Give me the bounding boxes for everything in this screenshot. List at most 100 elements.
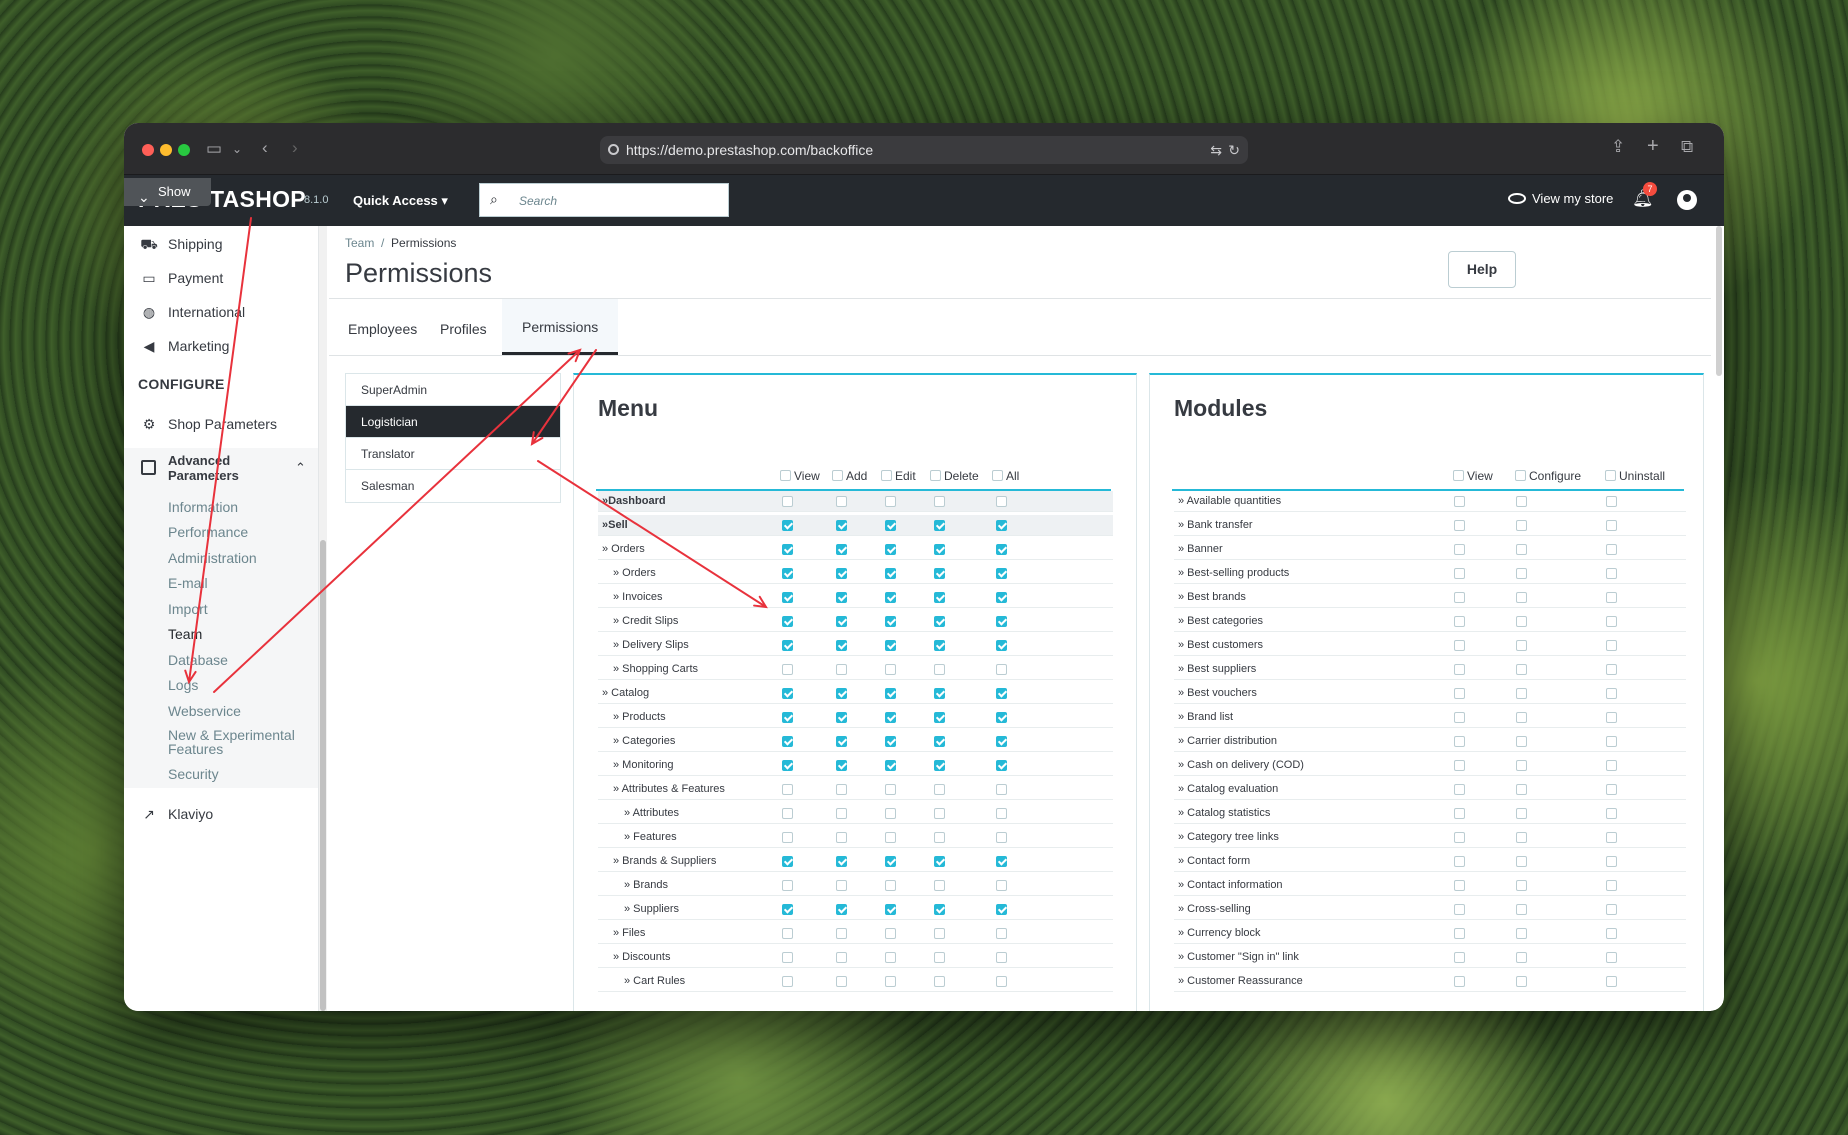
module-checkbox-uninstall[interactable] xyxy=(1606,928,1617,939)
permission-checkbox-all[interactable] xyxy=(996,544,1007,555)
module-checkbox-view[interactable] xyxy=(1454,856,1465,867)
permission-checkbox-view[interactable] xyxy=(782,952,793,963)
permission-checkbox-add[interactable] xyxy=(836,520,847,531)
module-checkbox-configure[interactable] xyxy=(1516,568,1527,579)
permission-checkbox-delete[interactable] xyxy=(934,832,945,843)
main-scrollbar[interactable] xyxy=(1715,226,1723,1011)
permission-checkbox-all[interactable] xyxy=(996,496,1007,507)
module-checkbox-uninstall[interactable] xyxy=(1606,496,1617,507)
module-checkbox-view[interactable] xyxy=(1454,568,1465,579)
module-checkbox-uninstall[interactable] xyxy=(1606,568,1617,579)
permission-checkbox-add[interactable] xyxy=(836,592,847,603)
help-button[interactable]: Help xyxy=(1448,251,1516,288)
permission-checkbox-add[interactable] xyxy=(836,784,847,795)
module-checkbox-view[interactable] xyxy=(1454,832,1465,843)
permission-checkbox-all[interactable] xyxy=(996,640,1007,651)
zoom-window-button[interactable] xyxy=(178,144,190,156)
permission-checkbox-view[interactable] xyxy=(782,832,793,843)
module-checkbox-uninstall[interactable] xyxy=(1606,976,1617,987)
sidebar-toggle-icon[interactable]: ▭ xyxy=(206,139,222,159)
permission-checkbox-all[interactable] xyxy=(996,880,1007,891)
permission-checkbox-all[interactable] xyxy=(996,904,1007,915)
sidebar-item-shipping[interactable]: ⛟ Shipping xyxy=(140,236,222,255)
permission-checkbox-all[interactable] xyxy=(996,952,1007,963)
profile-salesman[interactable]: Salesman xyxy=(346,470,560,502)
permission-checkbox-add[interactable] xyxy=(836,760,847,771)
permission-checkbox-all[interactable] xyxy=(996,568,1007,579)
permission-checkbox-delete[interactable] xyxy=(934,568,945,579)
permission-checkbox-view[interactable] xyxy=(782,592,793,603)
permission-checkbox-delete[interactable] xyxy=(934,952,945,963)
back-icon[interactable]: ‹ xyxy=(262,138,268,158)
sidebar-sub-administration[interactable]: Administration xyxy=(168,550,257,566)
quick-access-menu[interactable]: Quick Access ▾ xyxy=(353,193,448,209)
module-checkbox-view[interactable] xyxy=(1454,928,1465,939)
module-checkbox-uninstall[interactable] xyxy=(1606,544,1617,555)
module-checkbox-uninstall[interactable] xyxy=(1606,952,1617,963)
permission-checkbox-add[interactable] xyxy=(836,736,847,747)
module-checkbox-configure[interactable] xyxy=(1516,760,1527,771)
reload-icon[interactable]: ↻ xyxy=(1228,136,1240,164)
permission-checkbox-edit[interactable] xyxy=(885,688,896,699)
module-checkbox-uninstall[interactable] xyxy=(1606,832,1617,843)
module-checkbox-view[interactable] xyxy=(1454,904,1465,915)
permission-checkbox-view[interactable] xyxy=(782,904,793,915)
permission-checkbox-delete[interactable] xyxy=(934,688,945,699)
module-checkbox-uninstall[interactable] xyxy=(1606,856,1617,867)
permission-checkbox-all[interactable] xyxy=(996,808,1007,819)
module-checkbox-uninstall[interactable] xyxy=(1606,760,1617,771)
permission-checkbox-delete[interactable] xyxy=(934,496,945,507)
module-checkbox-configure[interactable] xyxy=(1516,880,1527,891)
permission-checkbox-add[interactable] xyxy=(836,928,847,939)
module-checkbox-configure[interactable] xyxy=(1516,616,1527,627)
module-checkbox-view[interactable] xyxy=(1454,880,1465,891)
module-checkbox-view[interactable] xyxy=(1454,736,1465,747)
permission-checkbox-view[interactable] xyxy=(782,616,793,627)
permission-checkbox-view[interactable] xyxy=(782,568,793,579)
sidebar-item-marketing[interactable]: ◀ Marketing xyxy=(140,338,230,355)
sidebar-scrollbar[interactable] xyxy=(319,226,327,1011)
close-window-button[interactable] xyxy=(142,144,154,156)
permission-checkbox-view[interactable] xyxy=(782,856,793,867)
permission-checkbox-view[interactable] xyxy=(782,760,793,771)
permission-checkbox-delete[interactable] xyxy=(934,880,945,891)
permission-checkbox-edit[interactable] xyxy=(885,496,896,507)
permission-checkbox-view[interactable] xyxy=(782,544,793,555)
module-checkbox-uninstall[interactable] xyxy=(1606,640,1617,651)
show-button[interactable]: ⌄ Show xyxy=(124,178,211,206)
sidebar-sub-email[interactable]: E-mail xyxy=(168,575,208,591)
profile-superadmin[interactable]: SuperAdmin xyxy=(346,374,560,406)
module-checkbox-uninstall[interactable] xyxy=(1606,520,1617,531)
new-tab-icon[interactable]: + xyxy=(1647,136,1659,156)
permission-checkbox-edit[interactable] xyxy=(885,832,896,843)
permission-checkbox-add[interactable] xyxy=(836,976,847,987)
scrollbar-thumb[interactable] xyxy=(320,540,326,1011)
permission-checkbox-view[interactable] xyxy=(782,976,793,987)
permission-checkbox-edit[interactable] xyxy=(885,976,896,987)
permission-checkbox-all[interactable] xyxy=(996,712,1007,723)
sidebar-item-shop-parameters[interactable]: ⚙ Shop Parameters xyxy=(140,416,277,433)
sidebar-sub-webservice[interactable]: Webservice xyxy=(168,703,241,719)
share-icon[interactable]: ⇪ xyxy=(1611,137,1625,157)
chevron-down-icon[interactable]: ⌄ xyxy=(232,139,242,159)
permission-checkbox-delete[interactable] xyxy=(934,808,945,819)
forward-icon[interactable]: › xyxy=(292,138,298,158)
sidebar-item-advanced-parameters[interactable]: Advanced Parameters xyxy=(168,453,288,483)
permission-checkbox-delete[interactable] xyxy=(934,736,945,747)
permission-checkbox-edit[interactable] xyxy=(885,568,896,579)
module-checkbox-configure[interactable] xyxy=(1516,496,1527,507)
module-checkbox-view[interactable] xyxy=(1454,688,1465,699)
permission-checkbox-delete[interactable] xyxy=(934,760,945,771)
permission-checkbox-view[interactable] xyxy=(782,880,793,891)
module-checkbox-configure[interactable] xyxy=(1516,904,1527,915)
permission-checkbox-edit[interactable] xyxy=(885,544,896,555)
profile-translator[interactable]: Translator xyxy=(346,438,560,470)
module-checkbox-configure[interactable] xyxy=(1516,928,1527,939)
permission-checkbox-view[interactable] xyxy=(782,928,793,939)
permission-checkbox-delete[interactable] xyxy=(934,856,945,867)
module-checkbox-uninstall[interactable] xyxy=(1606,616,1617,627)
permission-checkbox-view[interactable] xyxy=(782,496,793,507)
permission-checkbox-view[interactable] xyxy=(782,784,793,795)
minimize-window-button[interactable] xyxy=(160,144,172,156)
profile-logistician[interactable]: Logistician xyxy=(346,406,560,438)
